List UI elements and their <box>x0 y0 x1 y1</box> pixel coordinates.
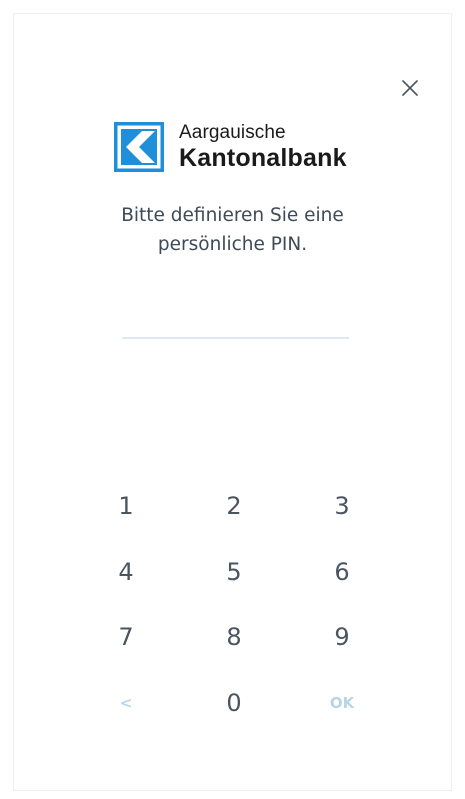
bank-logo-wordmark: Aargauische Kantonalbank <box>179 122 347 172</box>
pin-instruction-line2: persönliche PIN. <box>157 234 308 255</box>
key-3[interactable]: 3 <box>288 474 396 538</box>
key-7[interactable]: 7 <box>72 605 180 669</box>
frame-bottom-border <box>14 790 451 791</box>
key-9[interactable]: 9 <box>288 605 396 669</box>
frame-right-border <box>451 13 452 791</box>
key-1[interactable]: 1 <box>72 474 180 538</box>
bank-logo: Aargauische Kantonalbank <box>114 122 347 172</box>
key-8[interactable]: 8 <box>180 605 288 669</box>
close-button[interactable] <box>399 77 421 99</box>
pin-input-field[interactable] <box>122 337 349 339</box>
close-icon <box>402 80 418 96</box>
backspace-button[interactable]: < <box>72 671 180 735</box>
key-2[interactable]: 2 <box>180 474 288 538</box>
key-4[interactable]: 4 <box>72 540 180 604</box>
frame-left-border <box>13 13 14 791</box>
pin-instruction-text: Bitte definieren Sie eine persönliche PI… <box>0 201 465 259</box>
ok-button[interactable]: OK <box>288 671 396 735</box>
pin-setup-screen: Aargauische Kantonalbank Bitte definiere… <box>0 0 465 799</box>
frame-top-border <box>14 13 451 14</box>
bank-name-line1: Aargauische <box>179 122 286 143</box>
bank-logo-mark-icon <box>114 122 164 172</box>
key-5[interactable]: 5 <box>180 540 288 604</box>
bank-name-line2: Kantonalbank <box>179 144 347 172</box>
pin-instruction-line1: Bitte definieren Sie eine <box>121 205 344 226</box>
key-0[interactable]: 0 <box>180 671 288 735</box>
key-6[interactable]: 6 <box>288 540 396 604</box>
